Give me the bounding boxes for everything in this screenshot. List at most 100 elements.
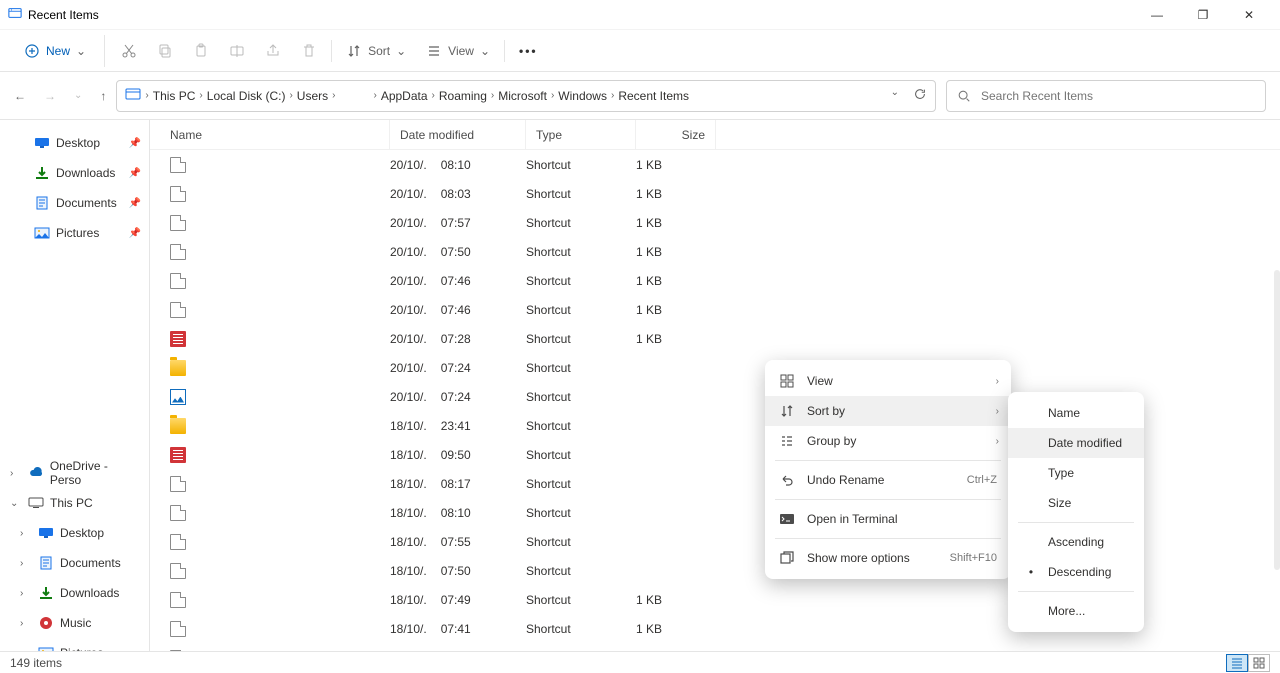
copy-button[interactable] <box>147 35 183 67</box>
col-date[interactable]: Date modified <box>390 120 526 149</box>
scrollbar[interactable] <box>1274 270 1280 570</box>
icons-view-toggle[interactable] <box>1248 654 1270 672</box>
doc-icon <box>34 195 50 211</box>
file-icon <box>170 302 186 318</box>
music-icon <box>38 615 54 631</box>
bullet-icon: • <box>1026 565 1036 579</box>
view-button[interactable]: View ⌄ <box>416 35 500 67</box>
sort-more[interactable]: More... <box>1008 596 1144 626</box>
file-icon <box>170 505 186 521</box>
crumb-this-pc[interactable]: This PC <box>153 89 196 103</box>
sort-label: Sort <box>368 44 390 58</box>
forward-button[interactable]: → <box>44 89 56 103</box>
cut-button[interactable] <box>111 35 147 67</box>
view-label: View <box>448 44 474 58</box>
file-icon <box>170 157 186 173</box>
crumb-appdata[interactable]: AppData <box>381 89 428 103</box>
sort-desc[interactable]: •Descending <box>1008 557 1144 587</box>
group-icon <box>779 433 795 449</box>
file-icon <box>170 447 186 463</box>
close-button[interactable]: ✕ <box>1226 0 1272 30</box>
refresh-button[interactable] <box>913 87 927 104</box>
crumb-local-disk[interactable]: Local Disk (C:) <box>207 89 286 103</box>
sort-name[interactable]: Name <box>1008 398 1144 428</box>
search-input[interactable] <box>981 89 1255 103</box>
table-row[interactable]: 20/10/.08:10 Shortcut 1 KB <box>150 150 1280 179</box>
quick-downloads[interactable]: Downloads 📌 <box>0 158 149 188</box>
crumb-users[interactable]: Users <box>297 89 328 103</box>
table-row[interactable]: 20/10/.07:46 Shortcut 1 KB <box>150 295 1280 324</box>
tree-this-pc[interactable]: ⌄ This PC <box>0 488 149 518</box>
file-icon <box>170 534 186 550</box>
new-button[interactable]: New ⌄ <box>14 35 105 67</box>
crumb-recent-items[interactable]: Recent Items <box>618 89 689 103</box>
col-name[interactable]: Name <box>150 120 390 149</box>
sort-type[interactable]: Type <box>1008 458 1144 488</box>
crumb-windows[interactable]: Windows <box>558 89 607 103</box>
quick-pictures[interactable]: Pictures 📌 <box>0 218 149 248</box>
table-row[interactable]: 20/10/.08:03 Shortcut 1 KB <box>150 179 1280 208</box>
pc-icon <box>28 495 44 511</box>
window-title: Recent Items <box>28 8 99 22</box>
file-icon <box>170 186 186 202</box>
address-dropdown-icon[interactable]: ⌄ <box>891 87 899 104</box>
new-label: New <box>46 44 70 58</box>
ctx-view[interactable]: View › <box>765 366 1011 396</box>
table-row[interactable]: 18/10/.07:36 Shortcut 1 KB <box>150 643 1280 651</box>
quick-documents[interactable]: Documents 📌 <box>0 188 149 218</box>
search-box[interactable] <box>946 80 1266 112</box>
chevron-right-icon: › <box>996 376 999 387</box>
table-row[interactable]: 20/10/.07:46 Shortcut 1 KB <box>150 266 1280 295</box>
file-icon <box>170 418 186 434</box>
tree-desktop[interactable]: › Desktop <box>0 518 149 548</box>
tree-music[interactable]: › Music <box>0 608 149 638</box>
item-count: 149 items <box>10 656 62 670</box>
ctx-more-options[interactable]: Show more options Shift+F10 <box>765 543 1011 573</box>
paste-button[interactable] <box>183 35 219 67</box>
delete-button[interactable] <box>291 35 327 67</box>
tree-onedrive-perso[interactable]: › OneDrive - Perso <box>0 458 149 488</box>
col-size[interactable]: Size <box>636 120 716 149</box>
quick-desktop[interactable]: Desktop 📌 <box>0 128 149 158</box>
file-icon <box>170 563 186 579</box>
cloud-icon <box>28 465 44 481</box>
col-type[interactable]: Type <box>526 120 636 149</box>
minimize-button[interactable]: — <box>1134 0 1180 30</box>
ctx-sort-by[interactable]: Sort by › <box>765 396 1011 426</box>
breadcrumb[interactable]: › This PC› Local Disk (C:)› Users› › App… <box>116 80 936 112</box>
table-row[interactable]: 20/10/.07:57 Shortcut 1 KB <box>150 208 1280 237</box>
file-icon <box>170 331 186 347</box>
back-button[interactable]: ← <box>14 89 26 103</box>
table-row[interactable]: 20/10/.07:50 Shortcut 1 KB <box>150 237 1280 266</box>
tree-downloads[interactable]: › Downloads <box>0 578 149 608</box>
view-icon <box>779 373 795 389</box>
sort-size[interactable]: Size <box>1008 488 1144 518</box>
chevron-right-icon: › <box>996 436 999 447</box>
up-button[interactable]: ↑ <box>100 89 106 103</box>
details-view-toggle[interactable] <box>1226 654 1248 672</box>
maximize-button[interactable]: ❐ <box>1180 0 1226 30</box>
table-row[interactable]: 20/10/.07:28 Shortcut 1 KB <box>150 324 1280 353</box>
ctx-undo[interactable]: Undo Rename Ctrl+Z <box>765 465 1011 495</box>
chevron-down-icon: ⌄ <box>480 44 490 58</box>
more-options-icon <box>779 550 795 566</box>
tree-pictures[interactable]: › Pictures <box>0 638 149 651</box>
chevron-right-icon: › <box>996 406 999 417</box>
table-row[interactable]: 20/10/.07:24 Shortcut <box>150 353 1280 382</box>
rename-button[interactable] <box>219 35 255 67</box>
file-icon <box>170 621 186 637</box>
desk-icon <box>38 525 54 541</box>
more-button[interactable]: ••• <box>509 44 548 58</box>
ctx-group-by[interactable]: Group by › <box>765 426 1011 456</box>
crumb-microsoft[interactable]: Microsoft <box>498 89 547 103</box>
share-button[interactable] <box>255 35 291 67</box>
ctx-terminal[interactable]: Open in Terminal <box>765 504 1011 534</box>
pin-icon: 📌 <box>129 198 141 209</box>
tree-documents[interactable]: › Documents <box>0 548 149 578</box>
sort-asc[interactable]: Ascending <box>1008 527 1144 557</box>
crumb-roaming[interactable]: Roaming <box>439 89 487 103</box>
sort-button[interactable]: Sort ⌄ <box>336 35 416 67</box>
recent-dropdown-icon[interactable]: ⌄ <box>74 90 82 101</box>
sort-date[interactable]: Date modified <box>1008 428 1144 458</box>
terminal-icon <box>779 511 795 527</box>
